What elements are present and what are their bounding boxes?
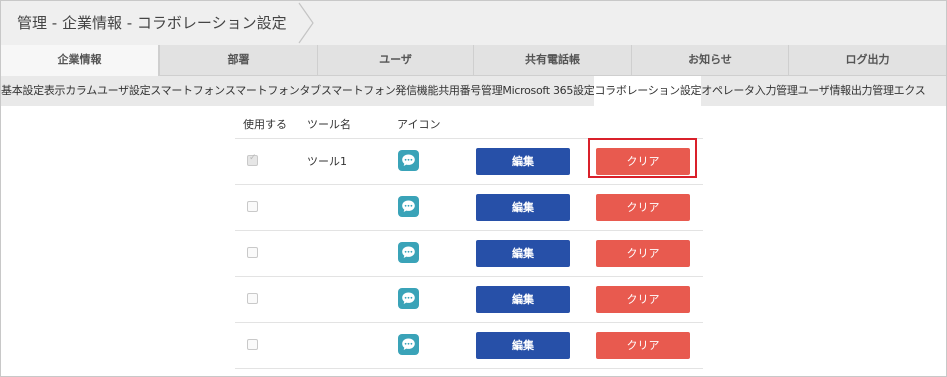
tab-company-info[interactable]: 企業情報 — [1, 45, 159, 76]
table-row: 編集 クリア — [235, 230, 703, 276]
subtab-basic-settings[interactable]: 基本設定 — [1, 76, 44, 106]
collaboration-table: 使用する ツール名 アイコン ツール1 編集 クリア 編集 クリア — [235, 108, 703, 369]
header-tool-name: ツール名 — [307, 118, 351, 131]
app-frame: 管理 - 企業情報 - コラボレーション設定 企業情報 部署 ユーザ 共有電話帳… — [0, 0, 947, 377]
clear-button[interactable]: クリア — [596, 148, 690, 175]
breadcrumb: 管理 - 企業情報 - コラボレーション設定 — [1, 1, 946, 45]
table-row: 編集 クリア — [235, 276, 703, 322]
sub-tabs: 基本設定表示カラムユーザ設定スマートフォンスマートフォンタブスマートフォン発信機… — [1, 76, 946, 106]
clear-button[interactable]: クリア — [596, 194, 690, 221]
subtab-user-settings[interactable]: ユーザ設定 — [97, 76, 151, 106]
tab-log-output[interactable]: ログ出力 — [788, 45, 946, 75]
table-row: 編集 クリア — [235, 322, 703, 369]
clear-button[interactable]: クリア — [596, 240, 690, 267]
subtab-shared-number[interactable]: 共用番号管理 — [438, 76, 503, 106]
subtab-microsoft365[interactable]: Microsoft 365設定 — [502, 76, 594, 106]
subtab-display-columns[interactable]: 表示カラム — [44, 76, 97, 106]
tab-notices[interactable]: お知らせ — [631, 45, 788, 75]
header-use: 使用する — [243, 118, 287, 131]
subtab-export[interactable]: エクス — [894, 76, 926, 106]
tab-users[interactable]: ユーザ — [317, 45, 473, 75]
subtab-smartphone-call[interactable]: スマートフォン発信機能 — [321, 76, 439, 106]
chat-bubble-icon[interactable] — [398, 334, 419, 355]
chat-bubble-icon[interactable] — [398, 288, 419, 309]
edit-button[interactable]: 編集 — [476, 194, 570, 221]
subtab-collaboration[interactable]: コラボレーション設定 — [594, 76, 702, 106]
edit-button[interactable]: 編集 — [476, 286, 570, 313]
subtab-operator-input[interactable]: オペレータ入力管理 — [701, 76, 798, 106]
header-icon: アイコン — [397, 118, 441, 131]
use-checkbox[interactable] — [247, 153, 258, 166]
tab-department[interactable]: 部署 — [159, 45, 317, 75]
edit-button[interactable]: 編集 — [476, 332, 570, 359]
table-row: ツール1 編集 クリア — [235, 138, 703, 184]
chat-bubble-icon[interactable] — [398, 150, 419, 171]
breadcrumb-text: 管理 - 企業情報 - コラボレーション設定 — [17, 14, 287, 32]
subtab-smartphone-tab[interactable]: スマートフォンタブ — [225, 76, 321, 106]
main-tabs: 企業情報 部署 ユーザ 共有電話帳 お知らせ ログ出力 — [1, 45, 946, 76]
breadcrumb-chevron-icon — [298, 2, 314, 44]
tab-shared-phonebook[interactable]: 共有電話帳 — [473, 45, 631, 75]
use-checkbox[interactable] — [247, 247, 258, 258]
tool-name: ツール1 — [307, 155, 347, 168]
chat-bubble-icon[interactable] — [398, 196, 419, 217]
clear-button[interactable]: クリア — [596, 332, 690, 359]
chat-bubble-icon[interactable] — [398, 242, 419, 263]
edit-button[interactable]: 編集 — [476, 148, 570, 175]
table-row: 編集 クリア — [235, 184, 703, 230]
clear-button[interactable]: クリア — [596, 286, 690, 313]
subtab-user-info-output[interactable]: ユーザ情報出力管理 — [798, 76, 894, 106]
use-checkbox[interactable] — [247, 201, 258, 212]
use-checkbox[interactable] — [247, 293, 258, 304]
table-header: 使用する ツール名 アイコン — [235, 108, 703, 138]
subtab-smartphone[interactable]: スマートフォン — [150, 76, 225, 106]
edit-button[interactable]: 編集 — [476, 240, 570, 267]
use-checkbox[interactable] — [247, 339, 258, 350]
